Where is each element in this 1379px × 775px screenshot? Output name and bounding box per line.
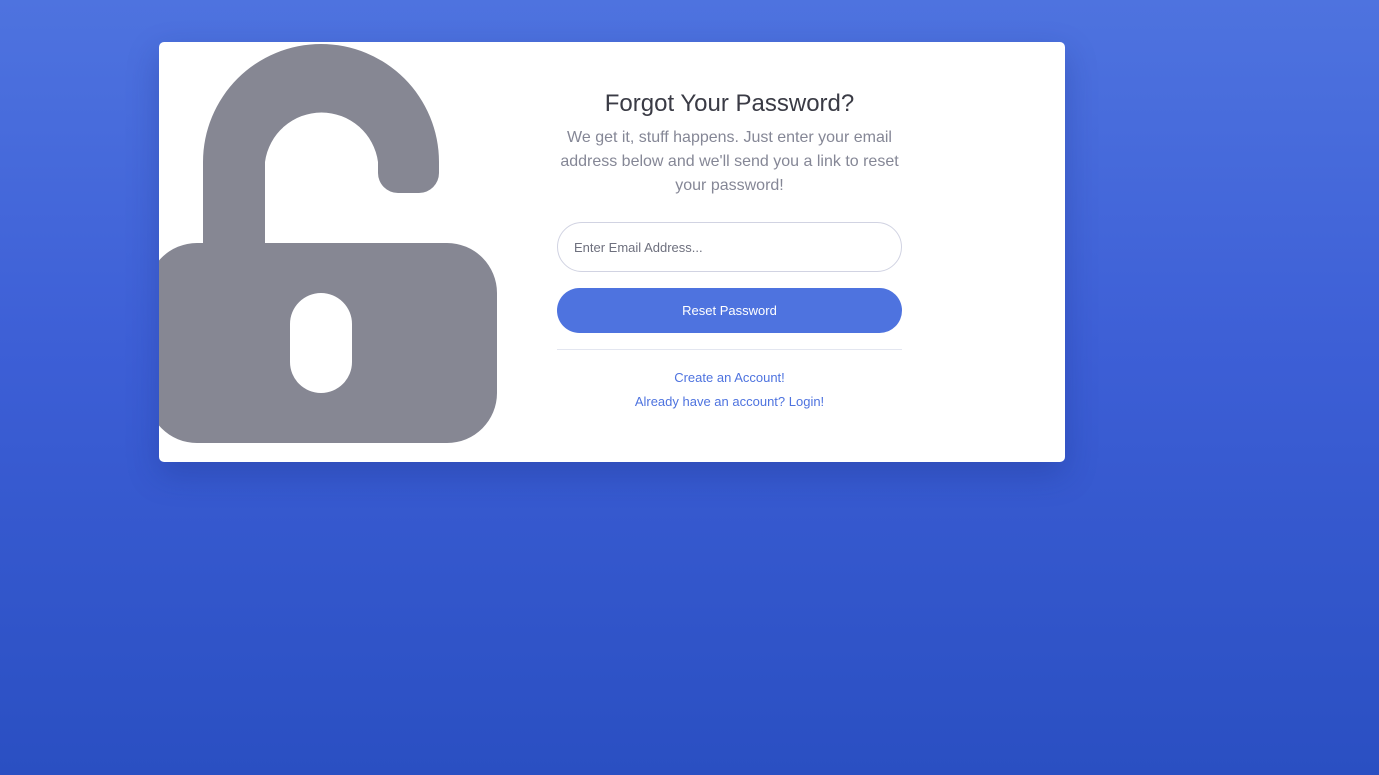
divider — [557, 349, 902, 350]
reset-password-button[interactable]: Reset Password — [557, 288, 902, 333]
email-input[interactable] — [557, 222, 902, 272]
create-account-link[interactable]: Create an Account! — [557, 369, 902, 387]
page-title: Forgot Your Password? — [604, 90, 855, 117]
unlock-icon — [159, 44, 497, 443]
login-link[interactable]: Already have an account? Login! — [557, 393, 902, 411]
instructions-text: We get it, stuff happens. Just enter you… — [560, 129, 899, 194]
reset-form: Forgot Your Password? We get it, stuff h… — [557, 42, 902, 462]
forgot-password-card: Forgot Your Password? We get it, stuff h… — [159, 42, 1065, 462]
